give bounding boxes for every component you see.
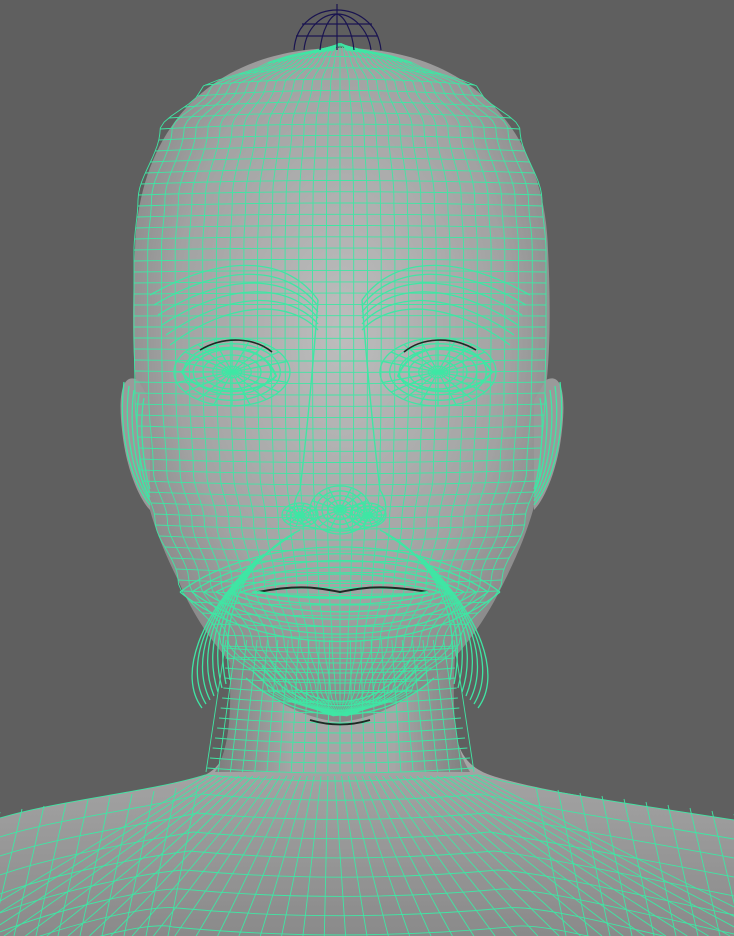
3d-viewport[interactable] [0, 0, 734, 936]
viewport-scene[interactable] [0, 0, 734, 936]
top-locator-handle[interactable] [293, 4, 382, 51]
